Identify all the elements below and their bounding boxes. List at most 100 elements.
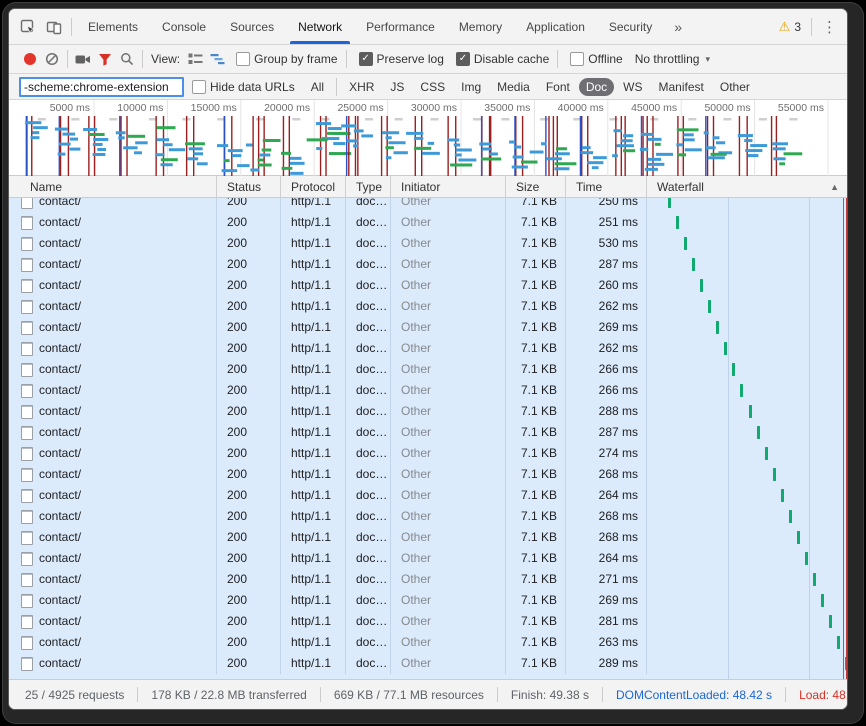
cell-protocol: http/1.1: [281, 464, 346, 485]
filter-type-all[interactable]: All: [304, 78, 331, 96]
filter-type-xhr[interactable]: XHR: [342, 78, 381, 96]
preserve-log-checkbox[interactable]: ✓: [359, 52, 373, 66]
cell-status: 200: [217, 422, 281, 443]
request-row[interactable]: contact/200http/1.1doc…Other7.1 KB268 ms: [9, 506, 847, 527]
column-header-initiator[interactable]: Initiator: [391, 176, 506, 197]
cell-waterfall: [647, 401, 847, 422]
filter-type-media[interactable]: Media: [490, 78, 537, 96]
request-row[interactable]: contact/200http/1.1doc…Other7.1 KB263 ms: [9, 632, 847, 653]
cell-initiator: Other: [391, 275, 506, 296]
console-warning-badge[interactable]: ⚠ 3: [773, 19, 807, 35]
request-name: contact/: [39, 359, 81, 380]
document-icon: [21, 405, 33, 419]
column-header-type[interactable]: Type: [346, 176, 391, 197]
cell-waterfall: [647, 275, 847, 296]
tab-elements[interactable]: Elements: [76, 9, 150, 44]
tab-sources[interactable]: Sources: [218, 9, 286, 44]
filter-type-doc[interactable]: Doc: [579, 78, 614, 96]
request-row[interactable]: contact/200http/1.1doc…Other7.1 KB268 ms: [9, 464, 847, 485]
cell-time: 274 ms: [566, 443, 647, 464]
divider: [497, 687, 498, 702]
column-header-name[interactable]: Name: [9, 176, 217, 197]
cell-protocol: http/1.1: [281, 233, 346, 254]
more-tabs-button[interactable]: »: [664, 19, 692, 35]
overview-view-icon[interactable]: [206, 49, 228, 69]
cell-size: 7.1 KB: [506, 422, 566, 443]
request-row[interactable]: contact/200http/1.1doc…Other7.1 KB268 ms: [9, 527, 847, 548]
column-header-waterfall[interactable]: Waterfall▲: [647, 176, 847, 197]
request-row[interactable]: contact/200http/1.1doc…Other7.1 KB269 ms: [9, 317, 847, 338]
tab-memory[interactable]: Memory: [447, 9, 514, 44]
request-row[interactable]: contact/200http/1.1doc…Other7.1 KB271 ms: [9, 569, 847, 590]
cell-protocol: http/1.1: [281, 422, 346, 443]
kebab-menu-icon[interactable]: ⋮: [816, 18, 847, 36]
column-header-status[interactable]: Status: [217, 176, 281, 197]
device-toolbar-button[interactable]: [41, 14, 67, 40]
cell-size: 7.1 KB: [506, 464, 566, 485]
request-row[interactable]: contact/200http/1.1doc…Other7.1 KB281 ms: [9, 611, 847, 632]
filter-input[interactable]: [19, 77, 184, 97]
request-row[interactable]: contact/200http/1.1doc…Other7.1 KB250 ms: [9, 198, 847, 212]
request-row[interactable]: contact/200http/1.1doc…Other7.1 KB289 ms: [9, 653, 847, 674]
cell-initiator: Other: [391, 401, 506, 422]
inspect-element-button[interactable]: [15, 14, 41, 40]
request-name: contact/: [39, 233, 81, 254]
request-row[interactable]: contact/200http/1.1doc…Other7.1 KB260 ms: [9, 275, 847, 296]
devtools-tabbar: ElementsConsoleSourcesNetworkPerformance…: [9, 9, 847, 45]
filter-icon[interactable]: [94, 49, 116, 69]
tab-security[interactable]: Security: [597, 9, 664, 44]
cell-protocol: http/1.1: [281, 653, 346, 674]
waterfall-bar: [724, 342, 727, 355]
request-row[interactable]: contact/200http/1.1doc…Other7.1 KB269 ms: [9, 590, 847, 611]
group-by-frame-checkbox[interactable]: [236, 52, 250, 66]
request-row[interactable]: contact/200http/1.1doc…Other7.1 KB287 ms: [9, 422, 847, 443]
filter-type-other[interactable]: Other: [713, 78, 757, 96]
throttling-value: No throttling: [635, 52, 700, 66]
filter-type-js[interactable]: JS: [383, 78, 411, 96]
offline-checkbox[interactable]: [570, 52, 584, 66]
column-header-time[interactable]: Time: [566, 176, 647, 197]
tab-console[interactable]: Console: [150, 9, 218, 44]
request-row[interactable]: contact/200http/1.1doc…Other7.1 KB262 ms: [9, 296, 847, 317]
filter-type-font[interactable]: Font: [539, 78, 577, 96]
large-rows-view-icon[interactable]: [184, 49, 206, 69]
request-row[interactable]: contact/200http/1.1doc…Other7.1 KB266 ms: [9, 359, 847, 380]
tab-application[interactable]: Application: [514, 9, 597, 44]
document-icon: [21, 384, 33, 398]
disable-cache-checkbox[interactable]: ✓: [456, 52, 470, 66]
hide-data-urls-checkbox[interactable]: [192, 80, 206, 94]
capture-screenshots-icon[interactable]: [72, 49, 94, 69]
tab-network[interactable]: Network: [286, 9, 354, 44]
request-row[interactable]: contact/200http/1.1doc…Other7.1 KB266 ms: [9, 380, 847, 401]
divider: [137, 687, 138, 702]
cell-status: 200: [217, 254, 281, 275]
request-row[interactable]: contact/200http/1.1doc…Other7.1 KB274 ms: [9, 443, 847, 464]
record-button[interactable]: [19, 49, 41, 69]
tab-performance[interactable]: Performance: [354, 9, 447, 44]
cell-waterfall: [647, 317, 847, 338]
throttling-dropdown[interactable]: No throttling ▾: [635, 52, 710, 66]
request-row[interactable]: contact/200http/1.1doc…Other7.1 KB264 ms: [9, 485, 847, 506]
cell-initiator: Other: [391, 590, 506, 611]
filter-type-img[interactable]: Img: [454, 78, 488, 96]
request-row[interactable]: contact/200http/1.1doc…Other7.1 KB264 ms: [9, 548, 847, 569]
column-header-size[interactable]: Size: [506, 176, 566, 197]
request-row[interactable]: contact/200http/1.1doc…Other7.1 KB287 ms: [9, 254, 847, 275]
network-overview[interactable]: 5000 ms10000 ms15000 ms20000 ms25000 ms3…: [9, 100, 847, 176]
cell-type: doc…: [346, 198, 391, 212]
search-icon[interactable]: [116, 49, 138, 69]
filter-type-ws[interactable]: WS: [616, 78, 649, 96]
column-header-protocol[interactable]: Protocol: [281, 176, 346, 197]
filter-type-manifest[interactable]: Manifest: [652, 78, 711, 96]
requests-table-header: NameStatusProtocolTypeInitiatorSizeTimeW…: [9, 176, 847, 198]
request-row[interactable]: contact/200http/1.1doc…Other7.1 KB262 ms: [9, 338, 847, 359]
cell-waterfall: [647, 464, 847, 485]
request-row[interactable]: contact/200http/1.1doc…Other7.1 KB288 ms: [9, 401, 847, 422]
request-row[interactable]: contact/200http/1.1doc…Other7.1 KB251 ms: [9, 212, 847, 233]
cell-initiator: Other: [391, 464, 506, 485]
clear-button[interactable]: [41, 49, 63, 69]
request-name: contact/: [39, 632, 81, 653]
request-row[interactable]: contact/200http/1.1doc…Other7.1 KB530 ms: [9, 233, 847, 254]
overview-tick-label: 25000 ms: [337, 102, 383, 114]
filter-type-css[interactable]: CSS: [413, 78, 452, 96]
